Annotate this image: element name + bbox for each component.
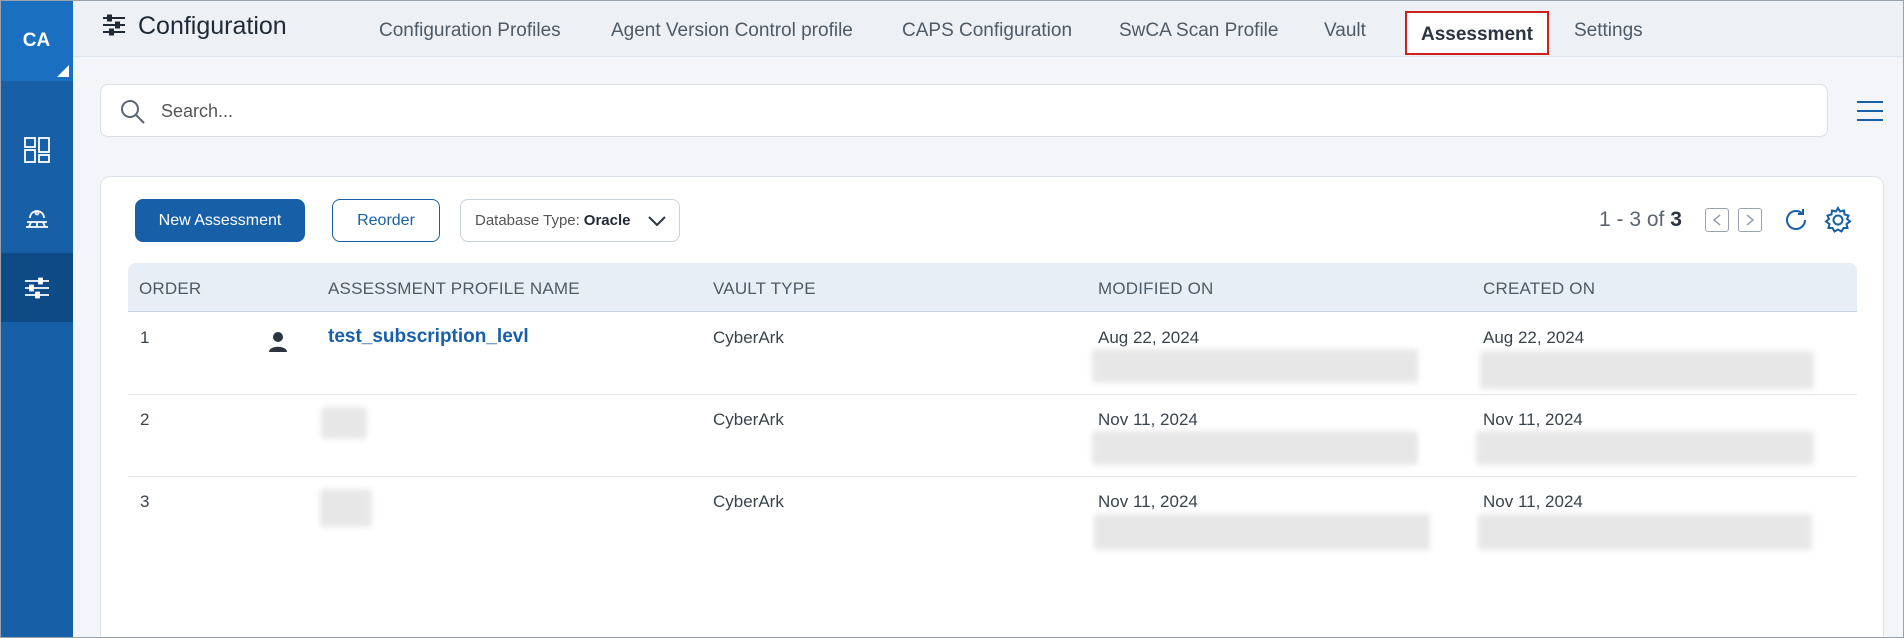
- redacted-modified-detail: [1094, 514, 1430, 550]
- table-row[interactable]: 3 CyberArk Nov 11, 2024 Nov 11, 2024: [128, 477, 1857, 559]
- pagination-total: 3: [1670, 208, 1682, 231]
- rail-item-configuration[interactable]: [0, 253, 73, 322]
- column-header-modified-on[interactable]: MODIFIED ON: [1098, 279, 1214, 299]
- row-created-date: Nov 11, 2024: [1483, 410, 1583, 429]
- previous-page-button[interactable]: [1705, 208, 1729, 232]
- table-row[interactable]: 1 test_subscription_levl CyberArk Aug 22…: [128, 313, 1857, 395]
- row-order: 3: [140, 492, 150, 511]
- tab-assessment[interactable]: Assessment: [1405, 11, 1549, 55]
- next-page-button[interactable]: [1738, 208, 1762, 232]
- configuration-sliders-icon: [103, 14, 125, 36]
- page-title: Configuration: [138, 12, 287, 40]
- redacted-created-detail: [1476, 431, 1814, 465]
- cloud-network-icon: [25, 209, 48, 228]
- rail-item-cloud-network[interactable]: [0, 184, 73, 253]
- column-header-order[interactable]: ORDER: [139, 279, 201, 299]
- search-icon: [121, 100, 145, 124]
- redacted-profile-name: [320, 489, 372, 527]
- pagination-range: 1 - 3 of 3: [1599, 208, 1682, 232]
- tab-settings[interactable]: Settings: [1574, 20, 1643, 42]
- row-modified-date: Nov 11, 2024: [1098, 410, 1198, 429]
- search-bar: [100, 84, 1828, 137]
- column-header-created-on[interactable]: CREATED ON: [1483, 279, 1595, 299]
- row-created-date: Nov 11, 2024: [1483, 492, 1583, 511]
- brand-label: CA: [22, 29, 51, 51]
- redacted-modified-detail: [1092, 349, 1418, 383]
- column-header-vault-type[interactable]: VAULT TYPE: [713, 279, 816, 299]
- tab-swca-scan-profile[interactable]: SwCA Scan Profile: [1119, 20, 1278, 42]
- tab-agent-version-control[interactable]: Agent Version Control profile: [611, 20, 853, 42]
- dashboard-icon: [23, 136, 50, 163]
- pagination-range-text: 1 - 3 of: [1599, 208, 1665, 231]
- settings-gear-icon[interactable]: [1823, 205, 1853, 235]
- row-modified-date: Nov 11, 2024: [1098, 492, 1198, 511]
- hamburger-menu-icon[interactable]: [1855, 98, 1885, 124]
- row-created-date: Aug 22, 2024: [1483, 328, 1585, 347]
- table-row[interactable]: 2 CyberArk Nov 11, 2024 Nov 11, 2024: [128, 395, 1857, 477]
- database-type-select[interactable]: Database Type: Oracle: [460, 199, 680, 242]
- row-order: 2: [140, 410, 150, 429]
- chevron-down-icon: [648, 216, 666, 227]
- refresh-icon[interactable]: [1781, 205, 1811, 235]
- column-header-profile-name[interactable]: ASSESSMENT PROFILE NAME: [328, 279, 580, 299]
- profile-name-link[interactable]: test_subscription_levl: [328, 326, 529, 348]
- table-header: ORDER ASSESSMENT PROFILE NAME VAULT TYPE…: [128, 263, 1857, 312]
- redacted-profile-name: [321, 407, 367, 439]
- tab-vault[interactable]: Vault: [1324, 20, 1366, 42]
- row-vault-type: CyberArk: [713, 492, 784, 511]
- row-vault-type: CyberArk: [713, 410, 784, 429]
- chevron-left-icon: [1712, 214, 1721, 226]
- user-icon: [269, 332, 287, 352]
- row-order: 1: [140, 328, 150, 347]
- new-assessment-button[interactable]: New Assessment: [135, 199, 305, 242]
- expand-corner-icon: [57, 65, 69, 77]
- search-input[interactable]: [161, 95, 1761, 127]
- left-nav-rail: CA: [0, 0, 73, 638]
- row-modified-date: Aug 22, 2024: [1098, 328, 1200, 347]
- app-brand-button[interactable]: CA: [0, 0, 73, 81]
- tab-configuration-profiles[interactable]: Configuration Profiles: [379, 20, 561, 42]
- reorder-button[interactable]: Reorder: [332, 199, 440, 242]
- row-vault-type: CyberArk: [713, 328, 784, 347]
- database-type-label: Database Type:: [475, 212, 580, 229]
- sliders-icon: [24, 277, 49, 298]
- chevron-right-icon: [1746, 214, 1755, 226]
- database-type-value: Oracle: [583, 212, 631, 229]
- rail-item-dashboard[interactable]: [0, 115, 73, 184]
- redacted-modified-detail: [1092, 431, 1418, 465]
- redacted-created-detail: [1480, 351, 1814, 389]
- tab-caps-configuration[interactable]: CAPS Configuration: [902, 20, 1072, 42]
- redacted-created-detail: [1478, 514, 1812, 550]
